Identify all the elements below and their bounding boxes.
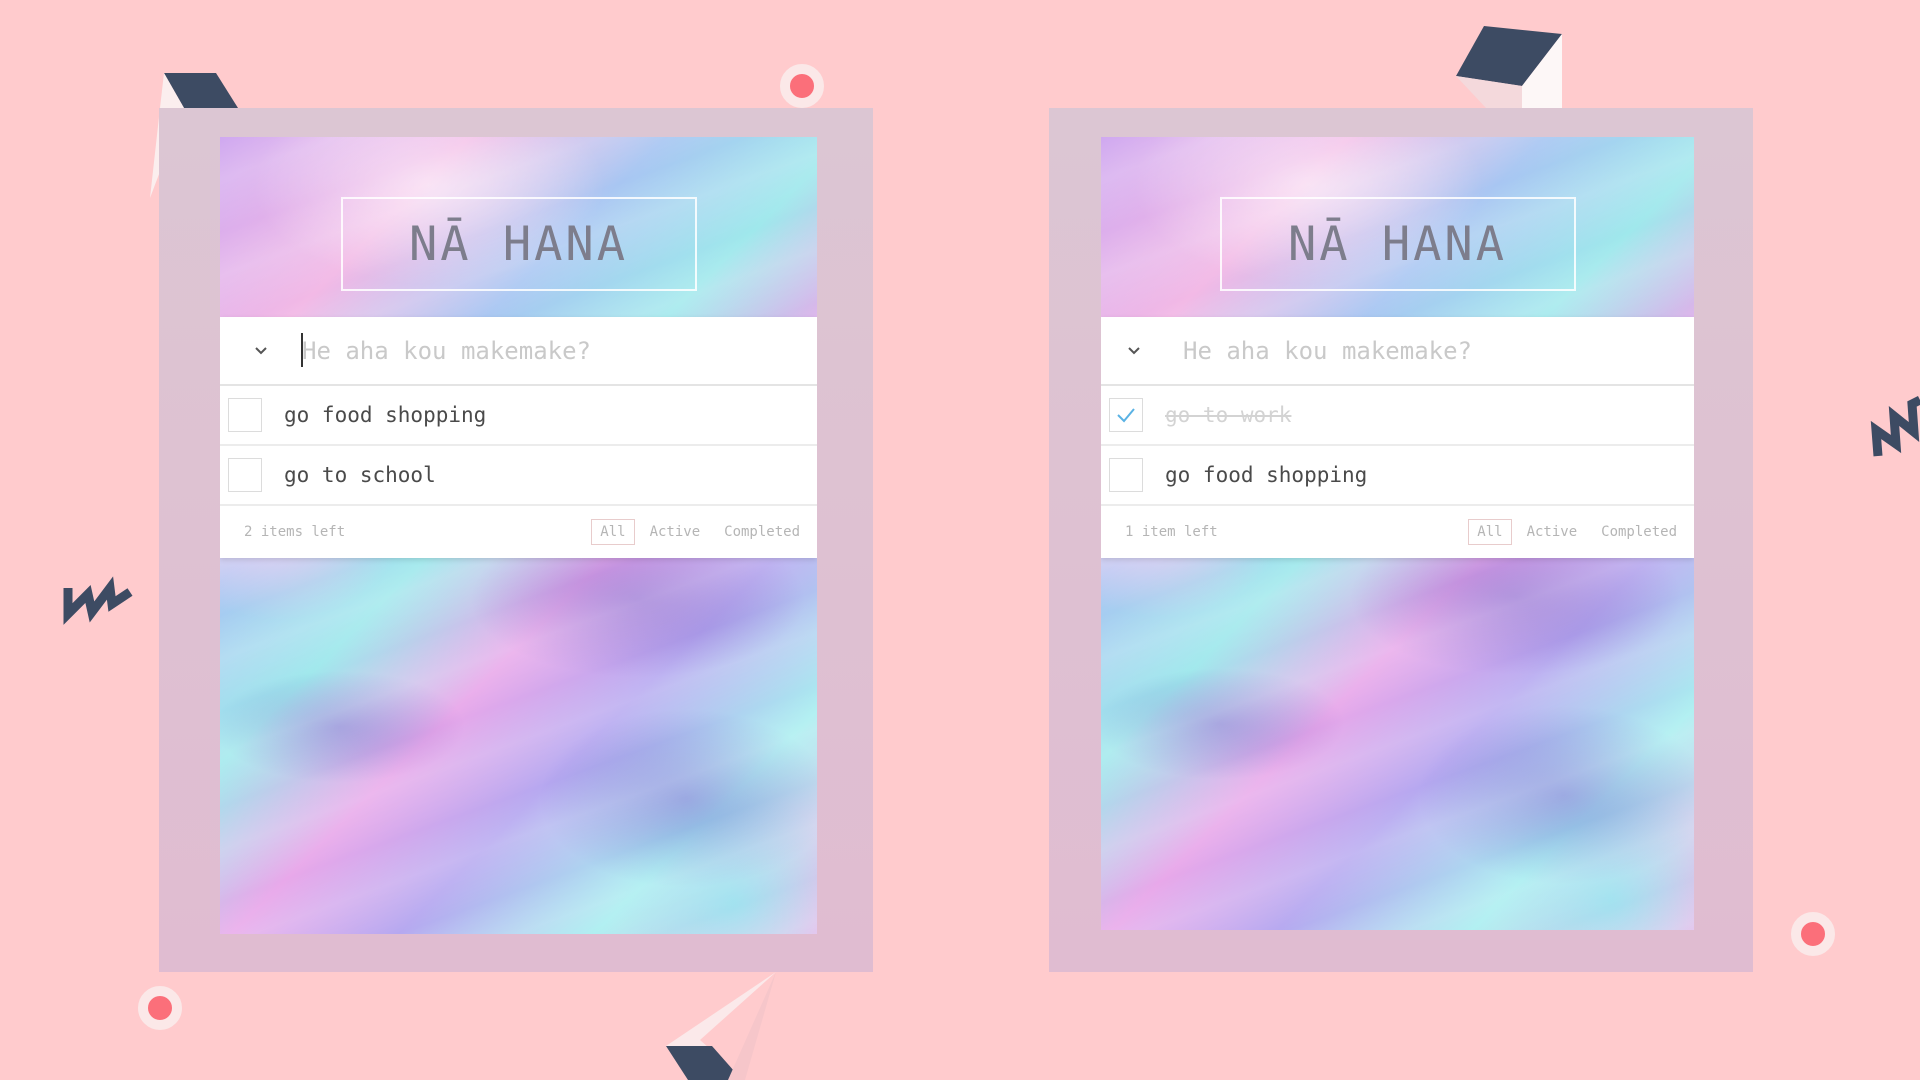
toggle-all-button[interactable] bbox=[220, 317, 302, 384]
filter-group: All Active Completed bbox=[591, 519, 809, 545]
filter-all[interactable]: All bbox=[1468, 519, 1512, 545]
chevron-down-icon bbox=[1128, 346, 1140, 354]
new-todo-input[interactable] bbox=[1183, 330, 1663, 371]
app-title: NĀ HANA bbox=[408, 216, 629, 272]
chevron-down-icon bbox=[255, 346, 267, 354]
todo-item: go to work bbox=[1101, 386, 1694, 446]
todo-label[interactable]: go food shopping bbox=[1165, 463, 1367, 487]
app-title-box: NĀ HANA bbox=[340, 197, 697, 291]
todo-footer: 1 item left All Active Completed bbox=[1101, 506, 1694, 558]
items-left-count: 2 items left bbox=[244, 524, 346, 540]
todo-app-panel-left: NĀ HANA go food shopping go to school 2 … bbox=[159, 108, 873, 972]
todo-label[interactable]: go food shopping bbox=[284, 403, 486, 427]
todo-item: go to school bbox=[220, 446, 817, 506]
toggle-all-button[interactable] bbox=[1101, 317, 1167, 384]
todo-item: go food shopping bbox=[220, 386, 817, 446]
checkmark-icon bbox=[1117, 408, 1135, 423]
app-title-box: NĀ HANA bbox=[1219, 197, 1576, 291]
todo-checkbox[interactable] bbox=[228, 398, 262, 432]
app-title: NĀ HANA bbox=[1287, 216, 1508, 272]
new-todo-row bbox=[220, 317, 817, 386]
todo-checkbox[interactable] bbox=[1109, 458, 1143, 492]
todo-label[interactable]: go to school bbox=[284, 463, 436, 487]
todo-card: go to work go food shopping 1 item left … bbox=[1101, 317, 1694, 558]
decorative-ring bbox=[138, 986, 182, 1030]
items-left-count: 1 item left bbox=[1125, 524, 1218, 540]
todo-card: go food shopping go to school 2 items le… bbox=[220, 317, 817, 558]
holographic-background: NĀ HANA go food shopping go to school 2 … bbox=[220, 137, 817, 934]
text-cursor bbox=[301, 333, 303, 367]
holographic-background: NĀ HANA go to work go food shopping 1 it… bbox=[1101, 137, 1694, 930]
filter-active[interactable]: Active bbox=[1518, 519, 1587, 545]
todo-app-panel-right: NĀ HANA go to work go food shopping 1 it… bbox=[1049, 108, 1753, 972]
filter-completed[interactable]: Completed bbox=[715, 519, 809, 545]
todo-checkbox[interactable] bbox=[228, 458, 262, 492]
todo-item: go food shopping bbox=[1101, 446, 1694, 506]
filter-all[interactable]: All bbox=[591, 519, 635, 545]
todo-footer: 2 items left All Active Completed bbox=[220, 506, 817, 558]
filter-active[interactable]: Active bbox=[641, 519, 710, 545]
decorative-ring bbox=[1791, 912, 1835, 956]
todo-checkbox-checked[interactable] bbox=[1109, 398, 1143, 432]
new-todo-row bbox=[1101, 317, 1694, 386]
filter-group: All Active Completed bbox=[1468, 519, 1686, 545]
filter-completed[interactable]: Completed bbox=[1592, 519, 1686, 545]
decorative-ring bbox=[780, 64, 824, 108]
new-todo-input[interactable] bbox=[302, 330, 782, 371]
todo-label-completed[interactable]: go to work bbox=[1165, 403, 1291, 427]
